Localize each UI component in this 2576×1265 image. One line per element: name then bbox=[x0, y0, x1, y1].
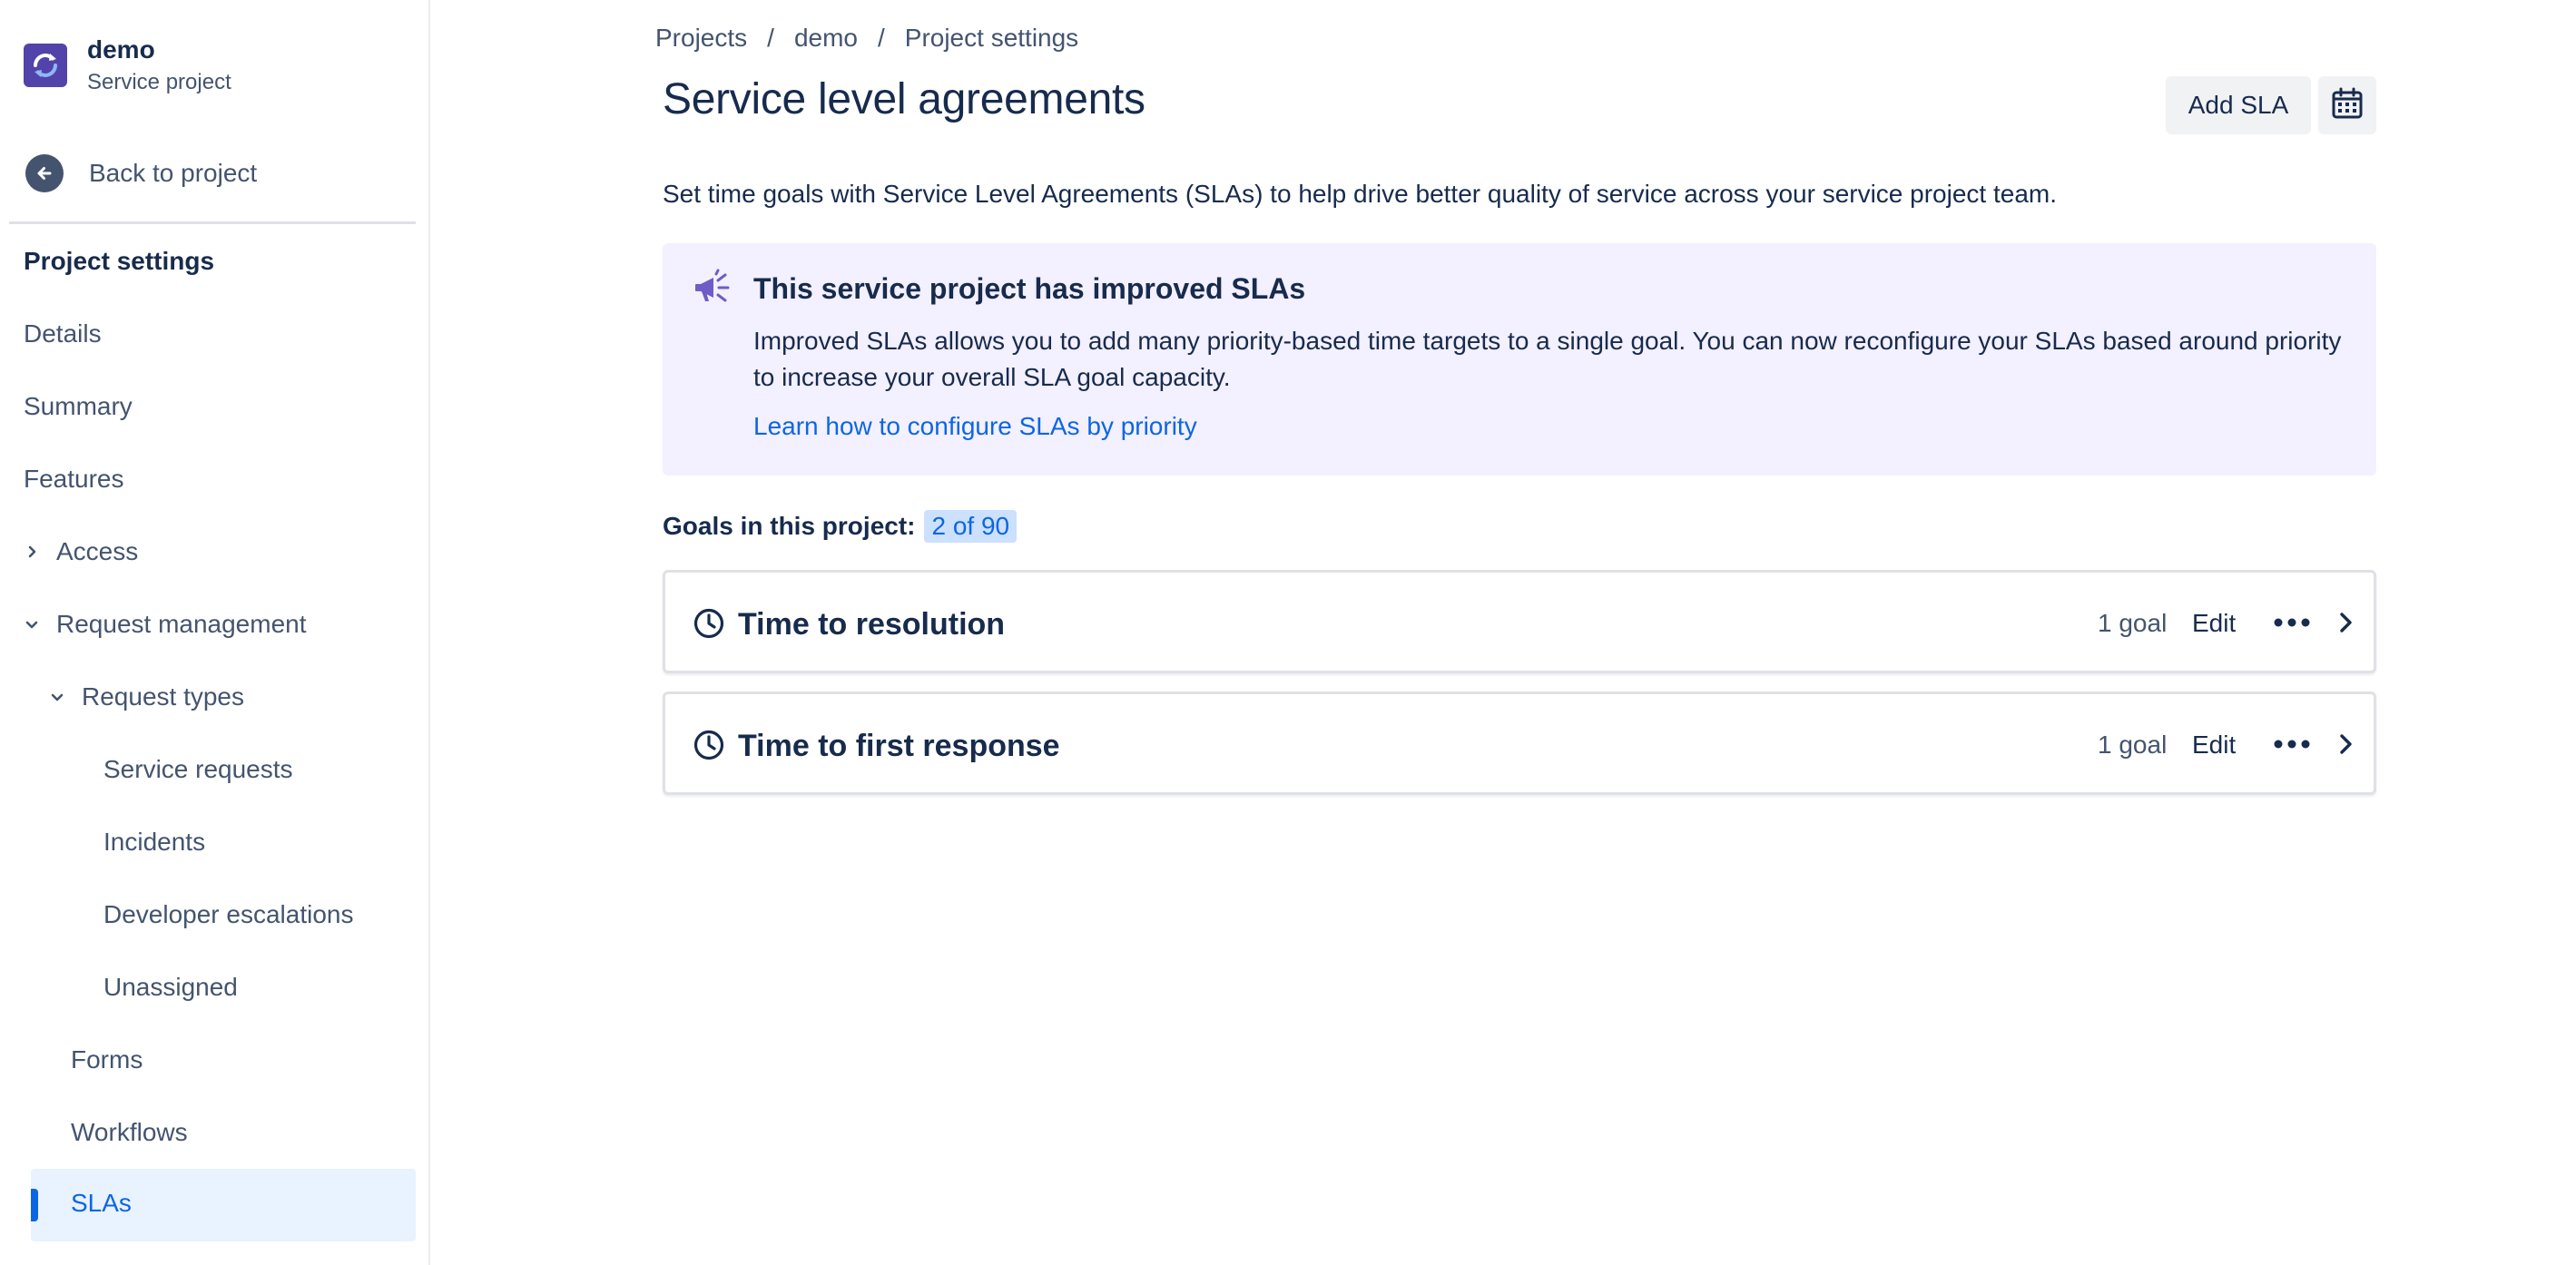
banner-title: This service project has improved SLAs bbox=[753, 272, 1306, 305]
sidebar-item-label: Unassigned bbox=[103, 973, 238, 1001]
breadcrumb-demo[interactable]: demo bbox=[794, 24, 858, 53]
chevron-right-icon[interactable] bbox=[2330, 607, 2361, 638]
goals-count-badge: 2 of 90 bbox=[924, 510, 1018, 543]
clock-icon bbox=[693, 729, 725, 766]
breadcrumb-projects[interactable]: Projects bbox=[655, 24, 747, 53]
chevron-down-icon bbox=[47, 687, 67, 707]
sidebar-item-access[interactable]: Access bbox=[22, 537, 138, 566]
more-options-icon[interactable] bbox=[2268, 729, 2315, 760]
goals-label: Goals in this project: bbox=[663, 512, 916, 540]
calendar-button[interactable] bbox=[2318, 76, 2376, 134]
sla-name: Time to resolution bbox=[738, 607, 1006, 642]
clock-icon bbox=[693, 607, 725, 644]
add-sla-button[interactable]: Add SLA bbox=[2166, 76, 2311, 134]
sla-row-time-to-first-response[interactable]: Time to first response 1 goal Edit bbox=[663, 691, 2376, 795]
sidebar-item-label: Workflows bbox=[71, 1118, 188, 1146]
arrow-left-icon bbox=[25, 154, 64, 192]
chevron-right-icon bbox=[22, 542, 42, 562]
sidebar-item-slas[interactable]: SLAs bbox=[31, 1169, 416, 1241]
sidebar-item-forms[interactable]: Forms bbox=[71, 1045, 143, 1074]
sidebar-heading: Project settings bbox=[24, 247, 215, 275]
project-header[interactable]: demo Service project bbox=[24, 33, 231, 98]
sidebar-item-label: Service requests bbox=[103, 755, 293, 783]
sla-goal-count: 1 goal bbox=[2098, 731, 2168, 759]
breadcrumb: Projects / demo / Project settings bbox=[655, 24, 1078, 53]
sidebar-divider bbox=[9, 221, 416, 224]
project-avatar-icon bbox=[24, 44, 67, 87]
sidebar-item-workflows[interactable]: Workflows bbox=[71, 1118, 188, 1147]
sidebar-item-developer-escalations[interactable]: Developer escalations bbox=[103, 900, 354, 929]
sidebar-item-unassigned[interactable]: Unassigned bbox=[103, 973, 238, 1002]
sidebar-item-label: Request types bbox=[82, 682, 244, 711]
megaphone-icon bbox=[693, 269, 733, 313]
edit-sla-button[interactable]: Edit bbox=[2192, 609, 2236, 638]
project-name: demo bbox=[87, 35, 155, 64]
breadcrumb-separator: / bbox=[877, 24, 885, 52]
sidebar-item-label: Forms bbox=[71, 1045, 143, 1074]
sidebar-item-label: Features bbox=[24, 465, 124, 493]
sidebar-item-summary[interactable]: Summary bbox=[24, 392, 133, 421]
calendar-icon bbox=[2330, 86, 2365, 125]
breadcrumb-separator: / bbox=[767, 24, 774, 52]
learn-configure-slas-link[interactable]: Learn how to configure SLAs by priority bbox=[753, 412, 1197, 441]
edit-sla-button[interactable]: Edit bbox=[2192, 731, 2236, 760]
banner-body: Improved SLAs allows you to add many pri… bbox=[753, 327, 2342, 391]
sidebar-item-incidents[interactable]: Incidents bbox=[103, 828, 205, 857]
breadcrumb-project-settings[interactable]: Project settings bbox=[905, 24, 1078, 53]
back-to-project-link[interactable]: Back to project bbox=[25, 154, 257, 192]
goals-summary: Goals in this project: 2 of 90 bbox=[663, 510, 1018, 543]
sla-row-time-to-resolution[interactable]: Time to resolution 1 goal Edit bbox=[663, 570, 2376, 673]
sidebar-item-label: SLAs bbox=[71, 1189, 132, 1217]
back-to-project-label: Back to project bbox=[89, 159, 258, 187]
sidebar-item-details[interactable]: Details bbox=[24, 319, 102, 348]
chevron-right-icon[interactable] bbox=[2330, 729, 2361, 760]
app-root: demo Service project Back to project Pro… bbox=[0, 0, 2576, 1265]
sidebar-item-label: Developer escalations bbox=[103, 900, 354, 928]
sidebar-item-label: Summary bbox=[24, 392, 133, 420]
page-title: Service level agreements bbox=[663, 75, 1145, 123]
sidebar-item-features[interactable]: Features bbox=[24, 465, 124, 494]
main-content: Projects / demo / Project settings Servi… bbox=[430, 0, 2576, 1265]
active-indicator bbox=[31, 1189, 38, 1221]
sidebar-item-label: Request management bbox=[56, 610, 307, 638]
sidebar-item-service-requests[interactable]: Service requests bbox=[103, 755, 293, 784]
project-type: Service project bbox=[87, 70, 231, 94]
sidebar-item-label: Access bbox=[56, 537, 139, 565]
sidebar-item-request-management[interactable]: Request management bbox=[22, 610, 307, 639]
sidebar-item-label: Details bbox=[24, 319, 102, 348]
page-description: Set time goals with Service Level Agreem… bbox=[663, 180, 2058, 208]
sidebar-item-request-types[interactable]: Request types bbox=[47, 682, 244, 711]
improved-slas-banner: This service project has improved SLAs I… bbox=[663, 243, 2376, 476]
more-options-icon[interactable] bbox=[2268, 607, 2315, 638]
sla-goal-count: 1 goal bbox=[2098, 609, 2168, 637]
sidebar: demo Service project Back to project Pro… bbox=[0, 0, 430, 1265]
sla-name: Time to first response bbox=[738, 729, 1060, 763]
chevron-down-icon bbox=[22, 614, 42, 634]
sidebar-item-label: Incidents bbox=[103, 828, 206, 856]
